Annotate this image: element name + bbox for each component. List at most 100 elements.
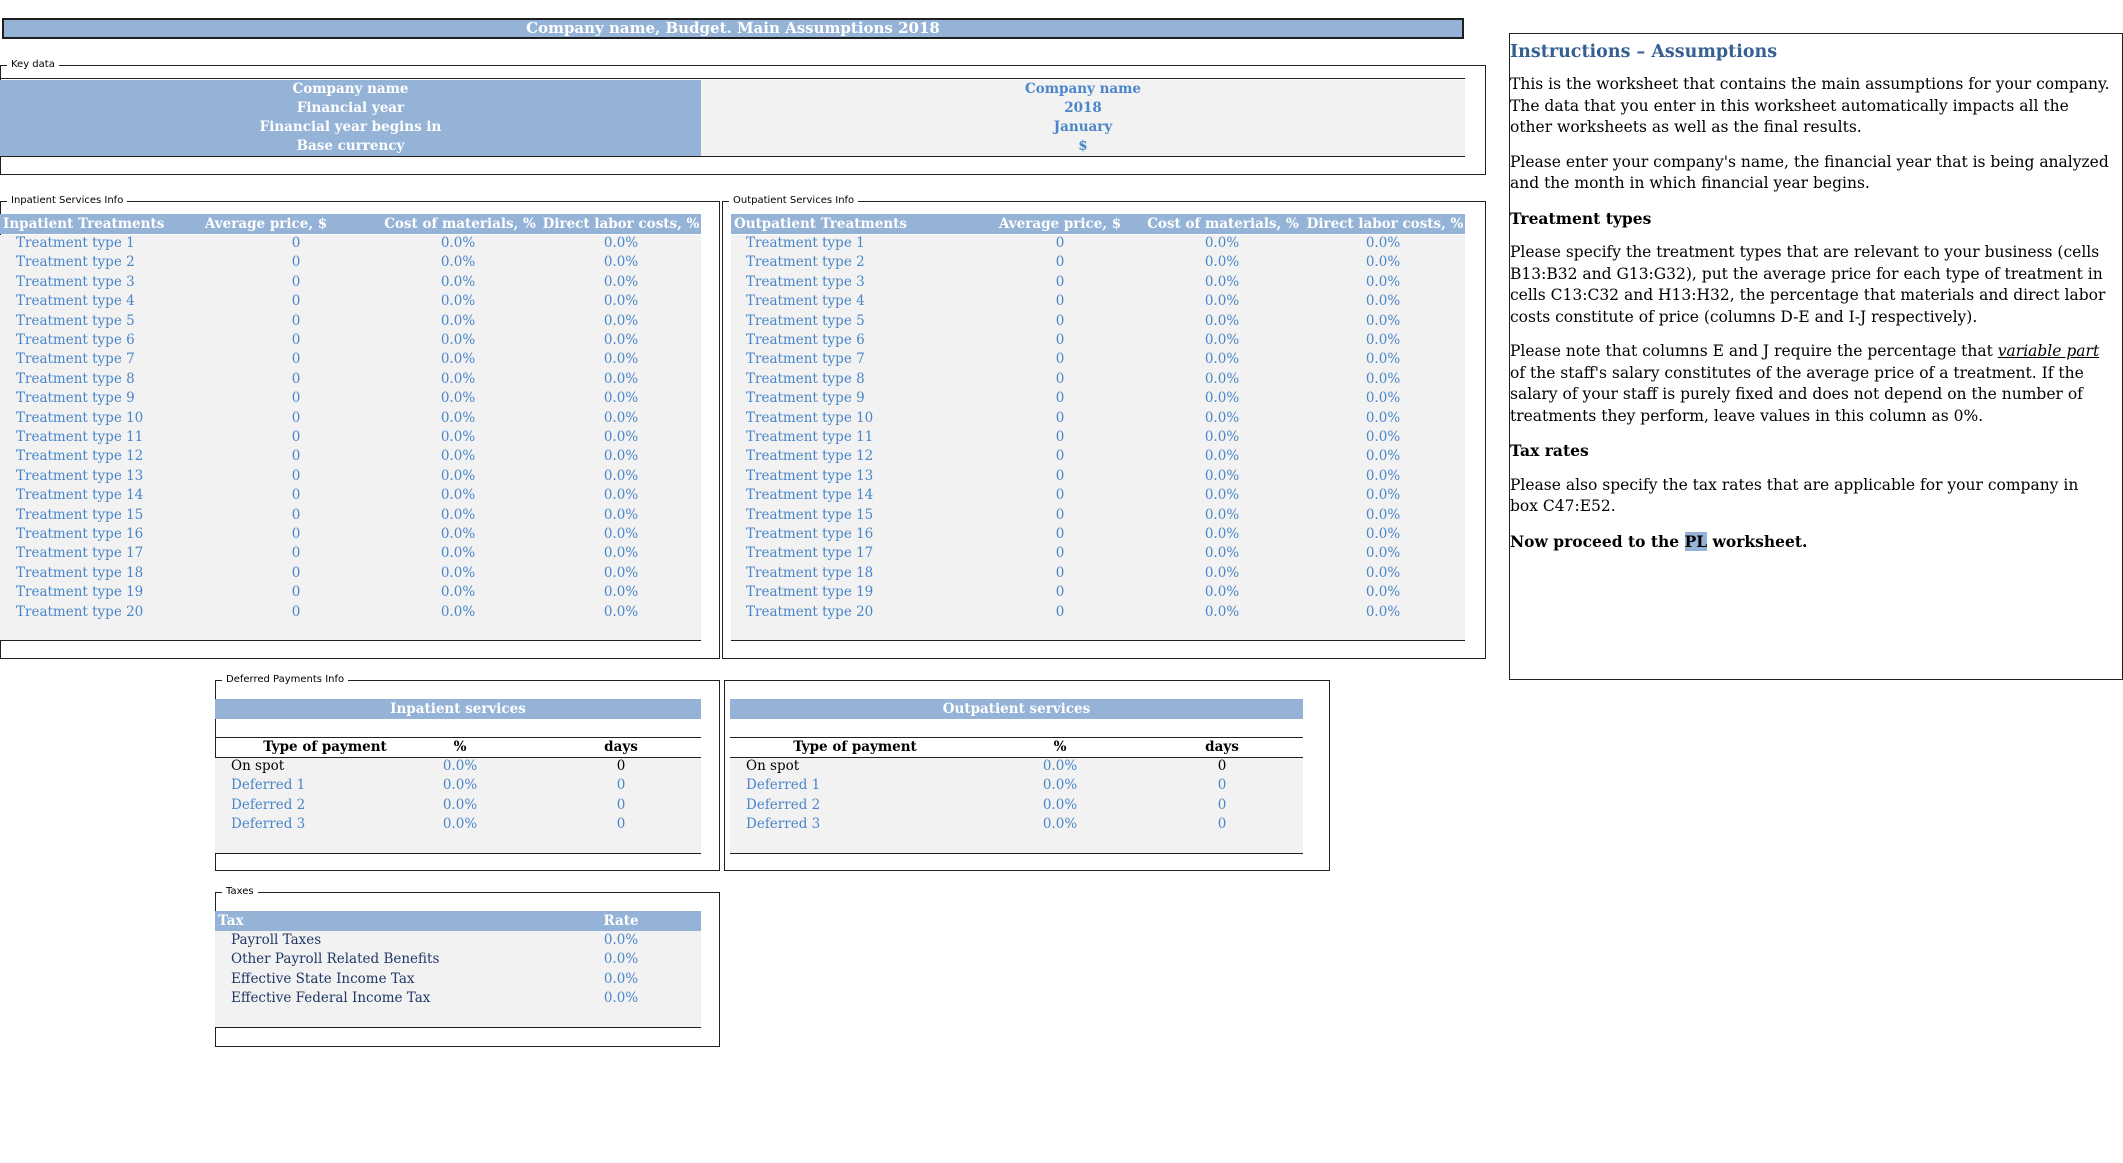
outpatient-treatment-name[interactable]: Treatment type 19	[746, 583, 946, 602]
outpatient-treatment-name[interactable]: Treatment type 13	[746, 467, 946, 486]
inpatient-materials-pct[interactable]: 0.0%	[408, 583, 508, 602]
inpatient-labor-pct[interactable]: 0.0%	[571, 447, 671, 466]
outpatient-materials-pct[interactable]: 0.0%	[1172, 409, 1272, 428]
key-data-value[interactable]: Company name	[701, 80, 1465, 99]
outpatient-labor-pct[interactable]: 0.0%	[1333, 486, 1433, 505]
outpatient-labor-pct[interactable]: 0.0%	[1333, 350, 1433, 369]
outpatient-treatment-name[interactable]: Treatment type 8	[746, 370, 946, 389]
inpatient-treatment-name[interactable]: Treatment type 6	[16, 331, 216, 350]
outpatient-average-price[interactable]: 0	[1010, 506, 1110, 525]
inpatient-materials-pct[interactable]: 0.0%	[408, 389, 508, 408]
inpatient-labor-pct[interactable]: 0.0%	[571, 467, 671, 486]
outpatient-treatment-name[interactable]: Treatment type 14	[746, 486, 946, 505]
inpatient-treatment-name[interactable]: Treatment type 7	[16, 350, 216, 369]
inpatient-materials-pct[interactable]: 0.0%	[408, 486, 508, 505]
inpatient-average-price[interactable]: 0	[246, 350, 346, 369]
outpatient-treatment-name[interactable]: Treatment type 16	[746, 525, 946, 544]
tax-rate[interactable]: 0.0%	[571, 950, 671, 969]
deferred-outpatient-days[interactable]: 0	[1172, 776, 1272, 795]
inpatient-treatment-name[interactable]: Treatment type 2	[16, 253, 216, 272]
inpatient-treatment-name[interactable]: Treatment type 19	[16, 583, 216, 602]
inpatient-labor-pct[interactable]: 0.0%	[571, 544, 671, 563]
outpatient-treatment-name[interactable]: Treatment type 5	[746, 312, 946, 331]
inpatient-materials-pct[interactable]: 0.0%	[408, 312, 508, 331]
outpatient-labor-pct[interactable]: 0.0%	[1333, 506, 1433, 525]
outpatient-treatment-name[interactable]: Treatment type 1	[746, 234, 946, 253]
inpatient-labor-pct[interactable]: 0.0%	[571, 331, 671, 350]
outpatient-materials-pct[interactable]: 0.0%	[1172, 273, 1272, 292]
outpatient-materials-pct[interactable]: 0.0%	[1172, 350, 1272, 369]
inpatient-labor-pct[interactable]: 0.0%	[571, 389, 671, 408]
outpatient-average-price[interactable]: 0	[1010, 467, 1110, 486]
inpatient-labor-pct[interactable]: 0.0%	[571, 312, 671, 331]
inpatient-treatment-name[interactable]: Treatment type 20	[16, 603, 216, 622]
inpatient-labor-pct[interactable]: 0.0%	[571, 350, 671, 369]
deferred-inpatient-days[interactable]: 0	[571, 776, 671, 795]
outpatient-treatment-name[interactable]: Treatment type 9	[746, 389, 946, 408]
outpatient-labor-pct[interactable]: 0.0%	[1333, 564, 1433, 583]
inpatient-average-price[interactable]: 0	[246, 583, 346, 602]
outpatient-average-price[interactable]: 0	[1010, 564, 1110, 583]
outpatient-materials-pct[interactable]: 0.0%	[1172, 583, 1272, 602]
deferred-inpatient-days[interactable]: 0	[571, 815, 671, 834]
inpatient-treatment-name[interactable]: Treatment type 16	[16, 525, 216, 544]
outpatient-average-price[interactable]: 0	[1010, 428, 1110, 447]
inpatient-labor-pct[interactable]: 0.0%	[571, 603, 671, 622]
outpatient-labor-pct[interactable]: 0.0%	[1333, 409, 1433, 428]
inpatient-average-price[interactable]: 0	[246, 428, 346, 447]
inpatient-materials-pct[interactable]: 0.0%	[408, 234, 508, 253]
inpatient-average-price[interactable]: 0	[246, 409, 346, 428]
outpatient-treatment-name[interactable]: Treatment type 3	[746, 273, 946, 292]
inpatient-treatment-name[interactable]: Treatment type 14	[16, 486, 216, 505]
inpatient-average-price[interactable]: 0	[246, 486, 346, 505]
outpatient-average-price[interactable]: 0	[1010, 292, 1110, 311]
inpatient-average-price[interactable]: 0	[246, 292, 346, 311]
outpatient-average-price[interactable]: 0	[1010, 544, 1110, 563]
outpatient-treatment-name[interactable]: Treatment type 11	[746, 428, 946, 447]
inpatient-average-price[interactable]: 0	[246, 564, 346, 583]
outpatient-materials-pct[interactable]: 0.0%	[1172, 312, 1272, 331]
inpatient-labor-pct[interactable]: 0.0%	[571, 292, 671, 311]
inpatient-materials-pct[interactable]: 0.0%	[408, 544, 508, 563]
inpatient-materials-pct[interactable]: 0.0%	[408, 447, 508, 466]
outpatient-average-price[interactable]: 0	[1010, 350, 1110, 369]
inpatient-materials-pct[interactable]: 0.0%	[408, 506, 508, 525]
outpatient-materials-pct[interactable]: 0.0%	[1172, 447, 1272, 466]
key-data-value[interactable]: $	[701, 137, 1465, 156]
outpatient-treatment-name[interactable]: Treatment type 20	[746, 603, 946, 622]
outpatient-average-price[interactable]: 0	[1010, 331, 1110, 350]
inpatient-labor-pct[interactable]: 0.0%	[571, 506, 671, 525]
outpatient-average-price[interactable]: 0	[1010, 447, 1110, 466]
outpatient-average-price[interactable]: 0	[1010, 234, 1110, 253]
outpatient-materials-pct[interactable]: 0.0%	[1172, 506, 1272, 525]
deferred-outpatient-days[interactable]: 0	[1172, 757, 1272, 776]
inpatient-average-price[interactable]: 0	[246, 506, 346, 525]
outpatient-treatment-name[interactable]: Treatment type 12	[746, 447, 946, 466]
inpatient-materials-pct[interactable]: 0.0%	[408, 253, 508, 272]
outpatient-materials-pct[interactable]: 0.0%	[1172, 389, 1272, 408]
outpatient-average-price[interactable]: 0	[1010, 273, 1110, 292]
outpatient-materials-pct[interactable]: 0.0%	[1172, 253, 1272, 272]
inpatient-average-price[interactable]: 0	[246, 544, 346, 563]
inpatient-materials-pct[interactable]: 0.0%	[408, 273, 508, 292]
deferred-inpatient-days[interactable]: 0	[571, 757, 671, 776]
outpatient-average-price[interactable]: 0	[1010, 409, 1110, 428]
inpatient-treatment-name[interactable]: Treatment type 10	[16, 409, 216, 428]
inpatient-treatment-name[interactable]: Treatment type 1	[16, 234, 216, 253]
outpatient-treatment-name[interactable]: Treatment type 15	[746, 506, 946, 525]
outpatient-materials-pct[interactable]: 0.0%	[1172, 544, 1272, 563]
inpatient-average-price[interactable]: 0	[246, 331, 346, 350]
deferred-inpatient-pct[interactable]: 0.0%	[410, 815, 510, 834]
inpatient-average-price[interactable]: 0	[246, 525, 346, 544]
outpatient-average-price[interactable]: 0	[1010, 389, 1110, 408]
outpatient-labor-pct[interactable]: 0.0%	[1333, 312, 1433, 331]
deferred-outpatient-days[interactable]: 0	[1172, 796, 1272, 815]
outpatient-materials-pct[interactable]: 0.0%	[1172, 428, 1272, 447]
outpatient-labor-pct[interactable]: 0.0%	[1333, 447, 1433, 466]
inpatient-labor-pct[interactable]: 0.0%	[571, 409, 671, 428]
deferred-outpatient-pct[interactable]: 0.0%	[1010, 757, 1110, 776]
outpatient-materials-pct[interactable]: 0.0%	[1172, 603, 1272, 622]
inpatient-average-price[interactable]: 0	[246, 312, 346, 331]
outpatient-average-price[interactable]: 0	[1010, 603, 1110, 622]
inpatient-treatment-name[interactable]: Treatment type 18	[16, 564, 216, 583]
